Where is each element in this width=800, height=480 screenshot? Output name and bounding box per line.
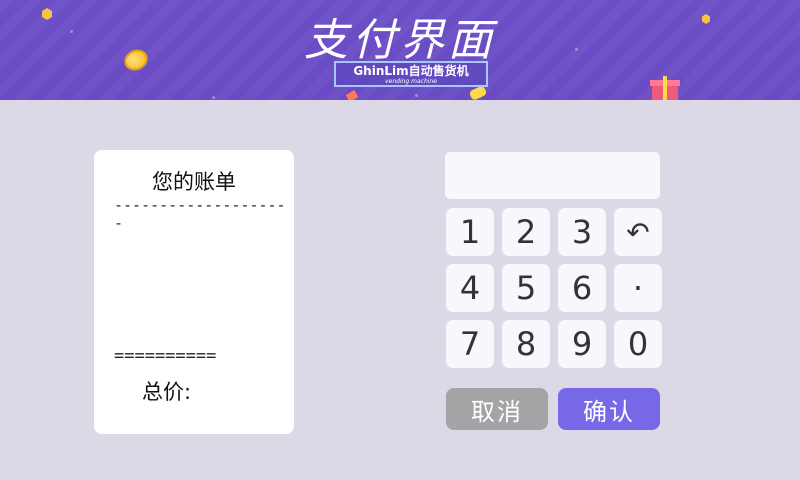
brand-name: GhinLim自动售货机 [353, 64, 469, 78]
key-decimal[interactable]: · [614, 264, 662, 312]
gift-icon [650, 76, 680, 100]
amount-input-display[interactable] [445, 152, 660, 199]
key-3[interactable]: 3 [558, 208, 606, 256]
bill-separator-equal: ========== [114, 346, 217, 366]
key-9[interactable]: 9 [558, 320, 606, 368]
bill-separator-dash: -------------------- [114, 196, 286, 232]
confirm-button[interactable]: 确认 [558, 388, 660, 430]
sparkle-dot [415, 94, 418, 97]
key-4[interactable]: 4 [446, 264, 494, 312]
header-banner: 支付界面 GhinLim自动售货机 vending machine [0, 0, 800, 100]
key-7[interactable]: 7 [446, 320, 494, 368]
total-price-label: 总价: [142, 380, 192, 404]
bill-title: 您的账单 [152, 170, 236, 194]
cancel-button[interactable]: 取消 [446, 388, 548, 430]
key-1[interactable]: 1 [446, 208, 494, 256]
key-2[interactable]: 2 [502, 208, 550, 256]
key-6[interactable]: 6 [558, 264, 606, 312]
bill-panel: 您的账单 -------------------- ========== 总价: [94, 150, 294, 434]
sparkle-dot [212, 96, 215, 99]
key-8[interactable]: 8 [502, 320, 550, 368]
key-0[interactable]: 0 [614, 320, 662, 368]
page-title: 支付界面 [304, 15, 496, 66]
brand-badge: GhinLim自动售货机 vending machine [334, 61, 488, 87]
brand-subtitle: vending machine [385, 78, 437, 85]
key-5[interactable]: 5 [502, 264, 550, 312]
backspace-icon[interactable]: ↶ [614, 208, 662, 256]
